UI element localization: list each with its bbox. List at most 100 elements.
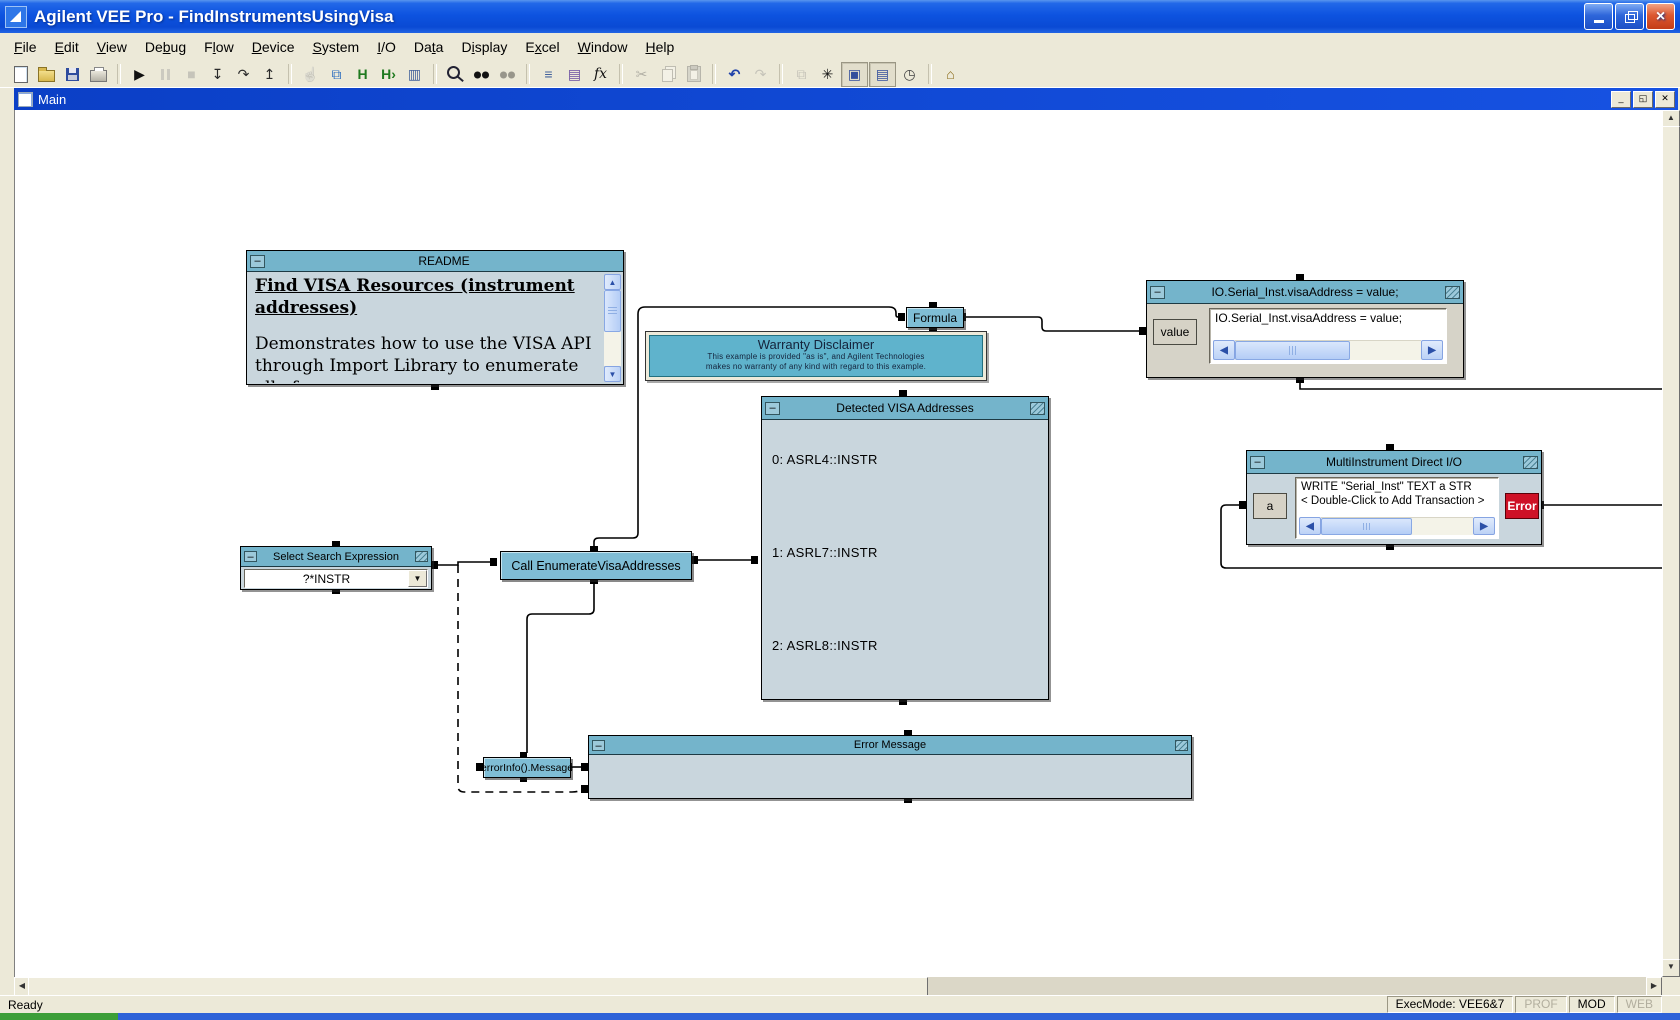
scroll-thumb[interactable] <box>604 290 621 332</box>
readme-scrollbar[interactable]: ▲ ▼ <box>604 274 621 382</box>
scroll-right-icon[interactable]: ▶ <box>1473 517 1495 535</box>
restore-button[interactable] <box>1615 3 1644 30</box>
minimize-button[interactable] <box>1584 3 1613 30</box>
io-serial-box[interactable]: – IO.Serial_Inst.visaAddress = value; va… <box>1146 280 1464 378</box>
warranty-box[interactable]: Warranty Disclaimer This example is prov… <box>645 331 987 381</box>
error-message-titlebar[interactable]: – Error Message <box>589 736 1191 755</box>
save-file-button[interactable] <box>60 63 85 86</box>
transaction-field[interactable]: WRITE "Serial_Inst" TEXT a STR < Double-… <box>1295 477 1499 539</box>
menu-help[interactable]: Help <box>636 35 683 59</box>
scroll-left-icon[interactable]: ◀ <box>1213 340 1235 360</box>
io-serial-titlebar[interactable]: – IO.Serial_Inst.visaAddress = value; <box>1147 281 1463 304</box>
multi-instrument-titlebar[interactable]: – MultiInstrument Direct I/O <box>1247 451 1541 474</box>
menu-view[interactable]: View <box>88 35 136 59</box>
menu-debug[interactable]: Debug <box>136 35 195 59</box>
detail-view-button[interactable]: ▤ <box>869 62 896 87</box>
scroll-thumb[interactable] <box>1321 518 1412 535</box>
call-enumerate-box[interactable]: Call EnumerateVisaAddresses <box>500 551 692 580</box>
scroll-right-icon[interactable]: ▶ <box>1421 340 1443 360</box>
scroll-thumb[interactable] <box>28 977 928 997</box>
step-over-button[interactable]: ↷ <box>231 63 256 86</box>
multi-instrument-box[interactable]: – MultiInstrument Direct I/O a WRITE "Se… <box>1246 450 1542 545</box>
timer-button[interactable]: ◷ <box>897 63 922 86</box>
resize-grip-icon[interactable] <box>1030 402 1045 415</box>
menu-window[interactable]: Window <box>569 35 637 59</box>
collapse-icon[interactable]: – <box>765 402 780 415</box>
canvas-horizontal-scrollbar[interactable]: ◀ ▶ <box>14 977 1662 995</box>
error-message-box[interactable]: – Error Message <box>588 735 1192 799</box>
scroll-right-icon[interactable]: ▶ <box>1646 977 1662 997</box>
menu-edit[interactable]: Edit <box>46 35 88 59</box>
dropdown-arrow-icon[interactable]: ▼ <box>408 570 427 587</box>
find-button[interactable] <box>469 63 494 86</box>
menu-flow[interactable]: Flow <box>195 35 243 59</box>
search-expression-dropdown[interactable]: ?*INSTR ▼ <box>244 569 428 588</box>
menu-system[interactable]: System <box>304 35 369 59</box>
menu-device[interactable]: Device <box>243 35 304 59</box>
collapse-icon[interactable]: – <box>1250 456 1265 469</box>
new-file-icon <box>14 66 28 83</box>
error-terminal[interactable]: Error <box>1505 493 1539 519</box>
menu-i-o[interactable]: I/O <box>368 35 405 59</box>
pause-icon <box>161 69 170 80</box>
menu-file[interactable]: File <box>5 35 46 59</box>
resize-grip-icon[interactable] <box>415 551 428 562</box>
resize-grip-icon[interactable] <box>1445 286 1460 299</box>
resize-grip-icon[interactable] <box>1523 456 1538 469</box>
canvas-vertical-scrollbar[interactable]: ▲ ▼ <box>1662 110 1678 977</box>
formula-box[interactable]: Formula <box>906 307 964 328</box>
mdi-close-button[interactable]: ✕ <box>1655 91 1675 108</box>
scroll-up-icon[interactable]: ▲ <box>604 274 621 290</box>
io-hscrollbar[interactable]: ◀ ▶ <box>1213 340 1443 360</box>
resize-grip-icon[interactable] <box>1175 740 1188 751</box>
select-search-box[interactable]: – Select Search Expression ?*INSTR ▼ <box>240 546 432 590</box>
window-title: Agilent VEE Pro - FindInstrumentsUsingVi… <box>34 7 394 27</box>
multi-hscrollbar[interactable]: ◀ ▶ <box>1299 517 1495 535</box>
mdi-minimize-button[interactable]: _ <box>1611 91 1631 108</box>
io-advanced-button[interactable]: H› <box>376 63 401 86</box>
debug-bug-button[interactable]: ✳ <box>815 63 840 86</box>
io-transaction-button[interactable]: H <box>350 63 375 86</box>
collapse-icon[interactable]: – <box>250 255 265 268</box>
run-button[interactable]: ▶ <box>127 63 152 86</box>
scroll-thumb[interactable] <box>1662 126 1680 961</box>
a-terminal[interactable]: a <box>1253 493 1287 519</box>
mdi-restore-button[interactable]: ◱ <box>1633 91 1653 108</box>
select-objects-button[interactable]: ⧉ <box>324 63 349 86</box>
readme-box[interactable]: – README Find VISA Resources (instrument… <box>246 250 624 385</box>
detected-titlebar[interactable]: – Detected VISA Addresses <box>762 397 1048 420</box>
menu-excel[interactable]: Excel <box>516 35 568 59</box>
scroll-down-icon[interactable]: ▼ <box>1662 959 1680 977</box>
new-file-button[interactable] <box>8 63 33 86</box>
detected-addresses-box[interactable]: – Detected VISA Addresses 0: ASRL4::INST… <box>761 396 1049 700</box>
readme-titlebar[interactable]: – README <box>247 251 623 272</box>
collapse-icon[interactable]: – <box>244 551 257 562</box>
select-search-titlebar[interactable]: – Select Search Expression <box>241 547 431 567</box>
display-window-button[interactable]: ▥ <box>402 63 427 86</box>
transaction-line2: < Double-Click to Add Transaction > <box>1301 494 1494 508</box>
properties-list-button[interactable]: ≡ <box>536 63 561 86</box>
scroll-left-icon[interactable]: ◀ <box>1299 517 1321 535</box>
mdi-titlebar[interactable]: Main _ ◱ ✕ <box>14 88 1678 110</box>
step-out-button[interactable]: ↥ <box>257 63 282 86</box>
value-terminal[interactable]: value <box>1153 319 1197 345</box>
open-file-button[interactable] <box>34 63 59 86</box>
collapse-icon[interactable]: – <box>1150 286 1165 299</box>
print-button[interactable] <box>86 63 111 86</box>
scroll-thumb[interactable] <box>1235 341 1350 360</box>
instrument-manager-button[interactable]: ▤ <box>562 63 587 86</box>
menu-display[interactable]: Display <box>452 35 516 59</box>
undo-button[interactable]: ↶ <box>722 63 747 86</box>
panel-view-button[interactable]: ▣ <box>841 62 868 87</box>
home-button[interactable]: ⌂ <box>938 63 963 86</box>
collapse-icon[interactable]: – <box>592 740 605 751</box>
window-titlebar[interactable]: Agilent VEE Pro - FindInstrumentsUsingVi… <box>0 0 1680 33</box>
scroll-down-icon[interactable]: ▼ <box>604 366 621 382</box>
error-info-box[interactable]: errorInfo().Message <box>483 757 571 778</box>
step-into-button[interactable]: ↧ <box>205 63 230 86</box>
menu-data[interactable]: Data <box>405 35 453 59</box>
close-button[interactable]: × <box>1646 3 1675 30</box>
zoom-in-button[interactable] <box>443 63 468 86</box>
io-code-field[interactable]: IO.Serial_Inst.visaAddress = value; ◀ ▶ <box>1209 308 1447 364</box>
function-fx-button[interactable]: fx <box>588 63 613 86</box>
